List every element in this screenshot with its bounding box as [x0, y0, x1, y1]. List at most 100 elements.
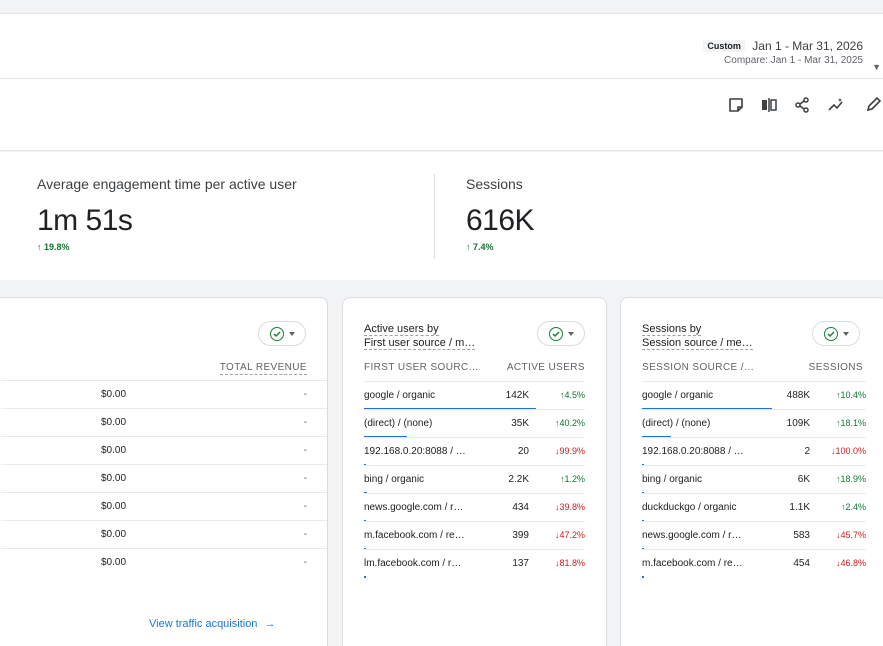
kpi-divider [434, 174, 435, 259]
kpi-engagement[interactable]: Average engagement time per active user … [37, 176, 297, 252]
column-header-source[interactable]: SESSION SOURCE /… [642, 362, 754, 373]
date-range-bar: Custom Jan 1 - Mar 31, 2026 Compare: Jan… [0, 13, 883, 79]
table-row[interactable]: $0.00 - [1, 380, 327, 408]
kpi-label: Average engagement time per active user [37, 176, 297, 192]
chevron-down-icon [567, 331, 574, 336]
kpi-label: Sessions [466, 176, 523, 192]
kpi-change-value: 19.8% [44, 242, 70, 252]
metric-value: 142K [505, 390, 529, 401]
metric-value: 6K [797, 474, 810, 485]
revenue-value: $0.00 [101, 445, 127, 456]
card-title-line: Session source / me… [642, 337, 753, 350]
chevron-down-icon[interactable]: ▼ [872, 62, 881, 72]
metric-value: 2 [804, 446, 810, 457]
kpi-change: ↑ 7.4% [466, 242, 534, 252]
change-value: ↓45.7% [836, 530, 866, 540]
source-name: duckduckgo / organic [642, 502, 737, 513]
insights-icon[interactable] [825, 94, 847, 116]
table-row[interactable]: 192.168.0.20:8088 / … 20 ↓99.9% [364, 437, 585, 466]
table-row[interactable]: bing / organic 2.2K ↑1.2% [364, 465, 585, 494]
check-circle-icon [823, 326, 838, 341]
date-range-picker[interactable]: Custom Jan 1 - Mar 31, 2026 Compare: Jan… [703, 38, 863, 68]
revenue-value: $0.00 [101, 389, 127, 400]
change-value: ↑18.1% [836, 418, 866, 428]
compare-toggle-button[interactable] [537, 321, 585, 346]
table-row[interactable]: google / organic 142K ↑4.5% [364, 381, 585, 410]
source-name: (direct) / (none) [364, 418, 433, 429]
metric-value: 488K [786, 390, 810, 401]
change-percent: 81.8% [559, 558, 585, 568]
table-row[interactable]: m.facebook.com / re… 454 ↓46.8% [642, 549, 866, 578]
table-row[interactable]: $0.00 - [1, 548, 327, 576]
revenue-change: - [303, 529, 307, 540]
metric-value: 35K [511, 418, 529, 429]
table-row[interactable]: $0.00 - [1, 436, 327, 464]
kpi-value: 1m 51s [37, 204, 133, 237]
custom-chip: Custom [703, 40, 745, 52]
change-value: ↓46.8% [836, 558, 866, 568]
revenue-value: $0.00 [101, 557, 127, 568]
change-percent: 46.8% [840, 558, 866, 568]
table-row[interactable]: duckduckgo / organic 1.1K ↑2.4% [642, 493, 866, 522]
change-value: ↑18.9% [836, 474, 866, 484]
kpi-summary: Average engagement time per active user … [0, 152, 883, 280]
table-row[interactable]: google / organic 488K ↑10.4% [642, 381, 866, 410]
column-header-active-users[interactable]: ACTIVE USERS [507, 362, 585, 373]
share-bar [364, 576, 366, 578]
table-row[interactable]: (direct) / (none) 109K ↑18.1% [642, 409, 866, 438]
share-icon[interactable] [791, 94, 813, 116]
compare-toggle-button[interactable] [258, 321, 306, 346]
view-traffic-acquisition-link[interactable]: View traffic acquisition → [149, 618, 276, 630]
table-row[interactable]: bing / organic 6K ↑18.9% [642, 465, 866, 494]
table-row[interactable]: news.google.com / r… 583 ↓45.7% [642, 521, 866, 550]
source-name: 192.168.0.20:8088 / … [364, 446, 466, 457]
source-name: news.google.com / r… [642, 530, 742, 541]
revenue-change: - [303, 417, 307, 428]
date-range-row: Custom Jan 1 - Mar 31, 2026 [703, 38, 863, 54]
source-name: bing / organic [364, 474, 425, 485]
source-name: (direct) / (none) [642, 418, 711, 429]
share-bar [642, 576, 644, 578]
revenue-change: - [303, 389, 307, 400]
sticky-note-icon[interactable] [725, 94, 747, 116]
table-row[interactable]: $0.00 - [1, 464, 327, 492]
change-percent: 18.1% [840, 418, 866, 428]
column-header-source[interactable]: FIRST USER SOURC… [364, 362, 479, 373]
change-percent: 100.0% [835, 446, 866, 456]
compare-range-text: Compare: Jan 1 - Mar 31, 2025 [724, 55, 863, 66]
table-row[interactable]: lm.facebook.com / r… 137 ↓81.8% [364, 549, 585, 578]
table-row[interactable]: $0.00 - [1, 492, 327, 520]
metric-value: 137 [512, 558, 529, 569]
metric-value: 583 [793, 530, 810, 541]
kpi-change: ↑ 19.8% [37, 242, 297, 252]
check-circle-icon [269, 326, 284, 341]
table-row[interactable]: $0.00 - [1, 520, 327, 548]
column-header-sessions[interactable]: SESSIONS [809, 362, 863, 373]
source-name: m.facebook.com / re… [364, 530, 465, 541]
arrow-up-icon: ↑ [37, 242, 42, 252]
kpi-change-value: 7.4% [473, 242, 494, 252]
compare-icon[interactable] [758, 94, 780, 116]
source-name: google / organic [364, 390, 436, 401]
card-title[interactable]: Active users by First user source / m… [364, 322, 476, 350]
metric-value: 1.1K [789, 502, 810, 513]
kpi-sessions[interactable]: Sessions 616K ↑ 7.4% [466, 176, 535, 252]
metric-value: 2.2K [508, 474, 529, 485]
change-value: ↓100.0% [831, 446, 866, 456]
table-row[interactable]: $0.00 - [1, 408, 327, 436]
compare-toggle-button[interactable] [812, 321, 860, 346]
table-row[interactable]: news.google.com / r… 434 ↓39.8% [364, 493, 585, 522]
revenue-value: $0.00 [101, 473, 127, 484]
change-value: ↑2.4% [841, 502, 866, 512]
table-row[interactable]: m.facebook.com / re… 399 ↓47.2% [364, 521, 585, 550]
card-title[interactable]: Sessions by Session source / me… [642, 322, 753, 350]
metric-value: 20 [517, 446, 529, 457]
change-percent: 1.2% [564, 474, 585, 484]
table-row[interactable]: (direct) / (none) 35K ↑40.2% [364, 409, 585, 438]
report-toolbar [0, 79, 883, 151]
change-percent: 45.7% [840, 530, 866, 540]
column-header-total-revenue[interactable]: TOTAL REVENUE [219, 362, 307, 375]
metric-value: 399 [512, 530, 529, 541]
edit-icon[interactable] [862, 94, 883, 116]
table-row[interactable]: 192.168.0.20:8088 / … 2 ↓100.0% [642, 437, 866, 466]
